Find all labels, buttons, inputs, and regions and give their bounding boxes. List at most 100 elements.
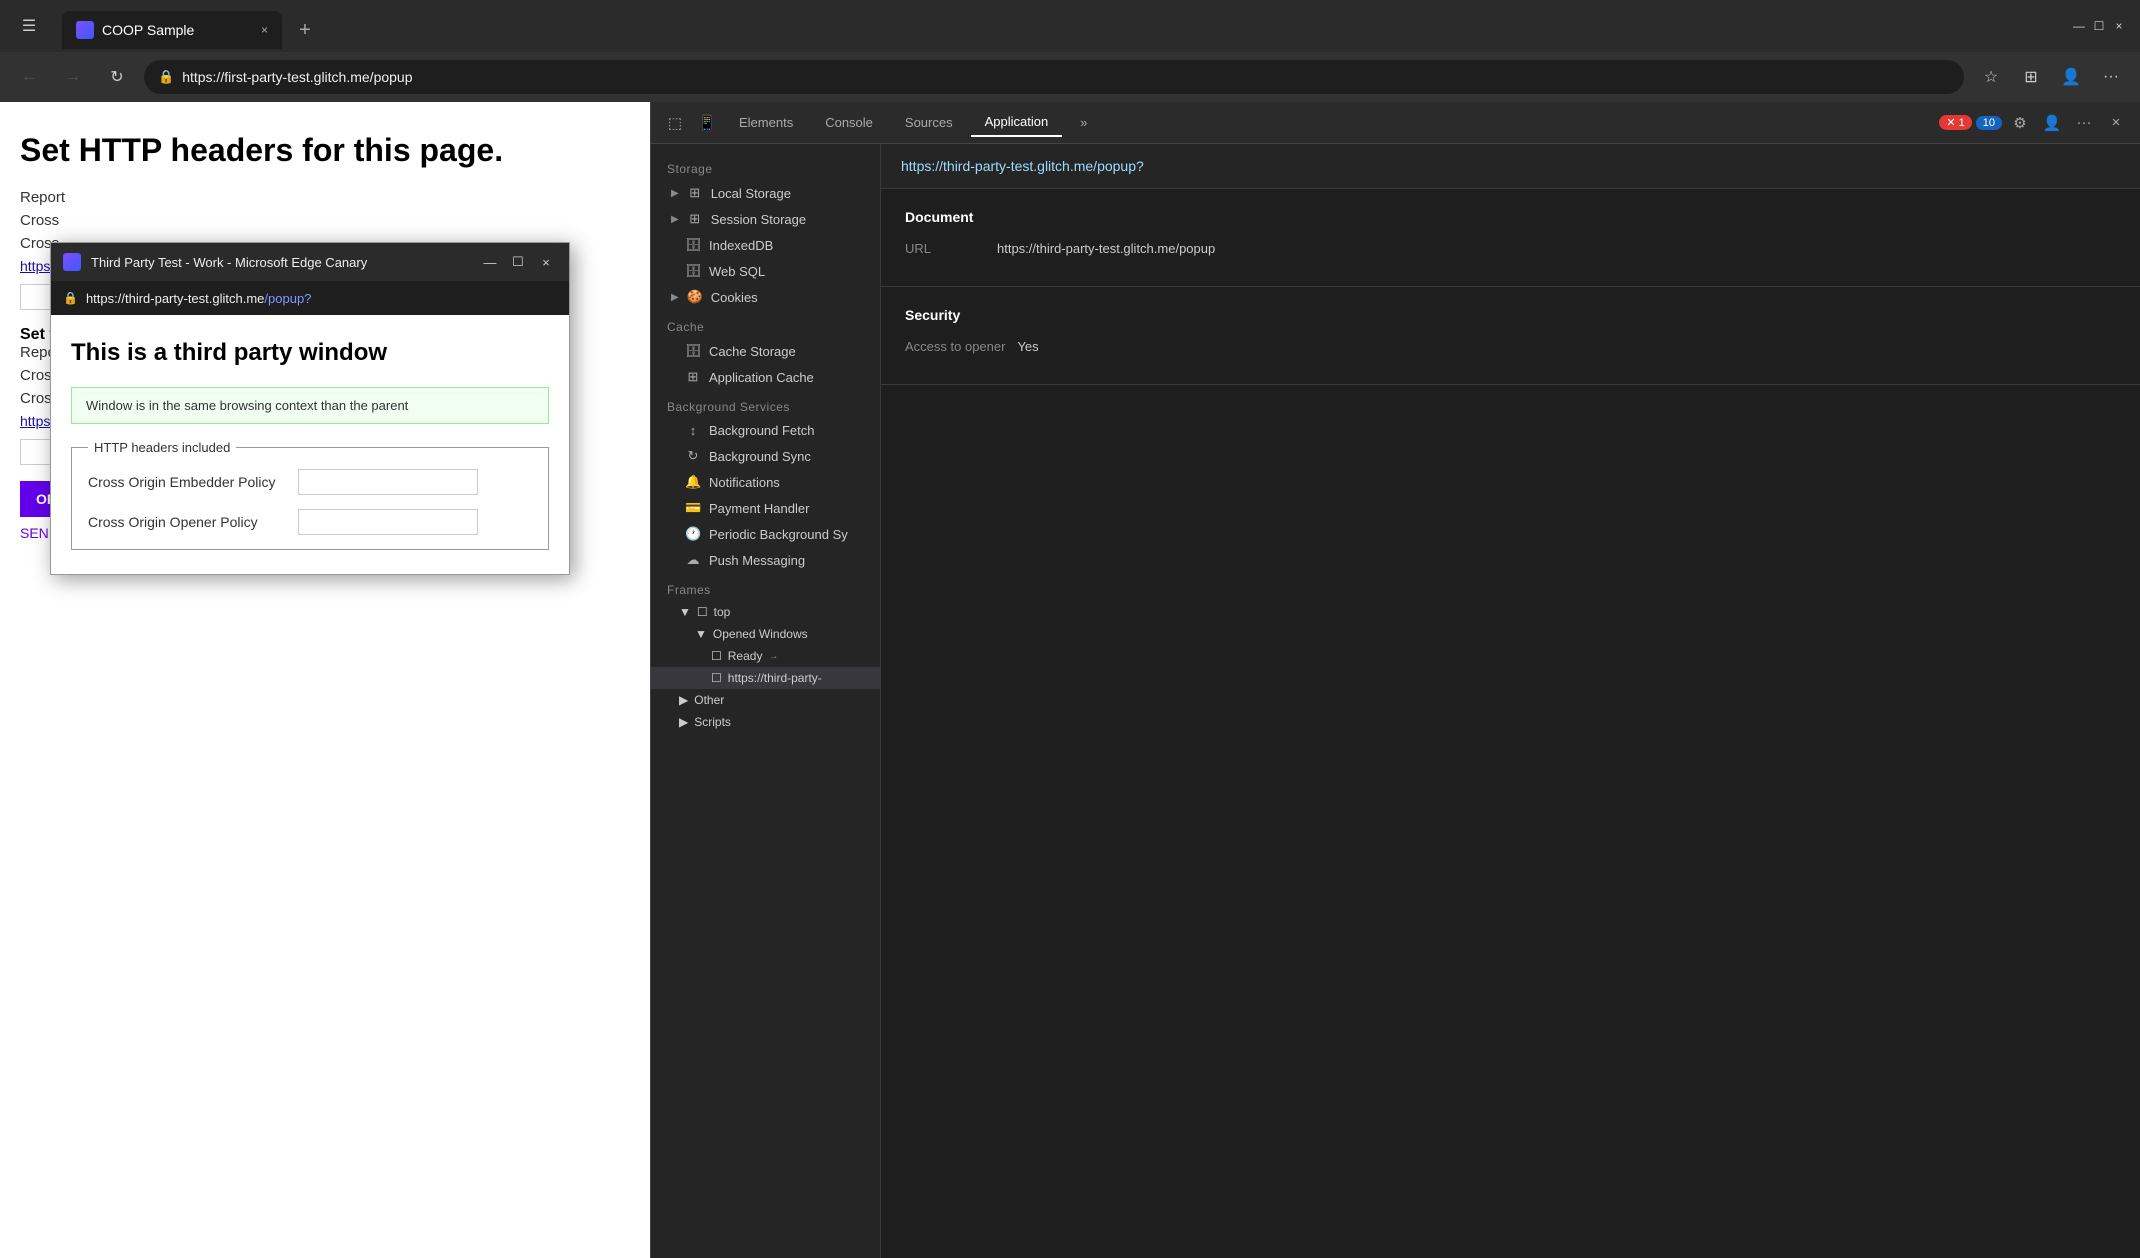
browser-window: ☰ COOP Sample × + — ☐ × ← → ↻ 🔒 https://… [0, 0, 2140, 1258]
devtools-settings-icon[interactable]: ⚙ [2006, 109, 2034, 137]
popup-field1-label: Cross Origin Embedder Policy [88, 474, 288, 490]
popup-close-btn[interactable]: × [535, 251, 557, 273]
sidebar-item-payment-handler[interactable]: 💳 Payment Handler [651, 495, 880, 521]
sidebar-item-cache-storage[interactable]: 🗄 Cache Storage [651, 338, 880, 364]
ready-arrow-icon: → [768, 651, 778, 662]
bg-services-label: Background Services [651, 390, 880, 418]
sidebar-item-local-storage[interactable]: ▶ ⊞ Local Storage [651, 180, 880, 206]
sidebar-item-push-messaging[interactable]: ☁ Push Messaging [651, 547, 880, 573]
other-label: Other [694, 693, 724, 707]
popup-url-base: https://third-party-test.glitch.me [86, 291, 264, 306]
sidebar-item-periodic-bg-sync[interactable]: 🕐 Periodic Background Sy [651, 521, 880, 547]
frames-top-arrow: ▼ [679, 605, 691, 619]
popup-field2-input[interactable] [298, 509, 478, 535]
sidebar-item-scripts[interactable]: ▶ Scripts [651, 711, 880, 733]
sidebar-item-websql[interactable]: 🗄 Web SQL [651, 258, 880, 284]
websql-label: Web SQL [709, 264, 765, 279]
sidebar-item-notifications[interactable]: 🔔 Notifications [651, 469, 880, 495]
sidebar-item-cookies[interactable]: ▶ 🍪 Cookies [651, 284, 880, 310]
devtools-actions: ✕ 1 10 ⚙ 👤 ··· × [1939, 109, 2130, 137]
reload-btn[interactable]: ↻ [100, 60, 134, 94]
tab-favicon [76, 21, 94, 39]
profile-btn[interactable]: 👤 [2054, 60, 2088, 94]
popup-fieldset: HTTP headers included Cross Origin Embed… [71, 440, 549, 550]
document-url-row: URL https://third-party-test.glitch.me/p… [905, 241, 2116, 256]
tab-elements[interactable]: Elements [725, 109, 807, 136]
popup-titlebar: Third Party Test - Work - Microsoft Edge… [51, 243, 569, 281]
tab-close-btn[interactable]: × [261, 23, 268, 37]
devtools-profile-icon[interactable]: 👤 [2038, 109, 2066, 137]
ready-label: Ready [728, 649, 763, 663]
push-messaging-icon: ☁ [685, 552, 701, 568]
address-bar[interactable]: 🔒 https://first-party-test.glitch.me/pop… [144, 60, 1964, 94]
star-btn[interactable]: ☆ [1974, 60, 2008, 94]
popup-url-path: /popup? [264, 291, 311, 306]
nav-bar: ← → ↻ 🔒 https://first-party-test.glitch.… [0, 52, 2140, 102]
cookies-icon: 🍪 [687, 289, 703, 305]
opened-windows-arrow: ▼ [695, 627, 707, 641]
collections-btn[interactable]: ⊞ [2014, 60, 2048, 94]
devtools-more-icon[interactable]: ··· [2070, 109, 2098, 137]
popup-controls: — ☐ × [479, 251, 557, 273]
tab-sources[interactable]: Sources [891, 109, 967, 136]
payment-handler-label: Payment Handler [709, 501, 809, 516]
session-storage-label: Session Storage [711, 212, 806, 227]
tab-more[interactable]: » [1066, 109, 1101, 136]
address-lock-icon: 🔒 [158, 69, 174, 85]
sidebar-item-other[interactable]: ▶ Other [651, 689, 880, 711]
session-storage-icon: ⊞ [687, 211, 703, 227]
back-btn[interactable]: ← [12, 60, 46, 94]
devtools-close-icon[interactable]: × [2102, 109, 2130, 137]
send-btn[interactable]: SEN [20, 525, 49, 541]
sidebar-toggle-btn[interactable]: ☰ [12, 9, 46, 43]
devtools-cursor-icon[interactable]: ⬚ [661, 109, 689, 137]
popup-max-btn[interactable]: ☐ [507, 251, 529, 273]
errors-count: 1 [1959, 117, 1965, 129]
tab-bar: COOP Sample × + [54, 3, 2062, 49]
local-storage-arrow: ▶ [671, 188, 679, 199]
warnings-badge: 10 [1976, 116, 2002, 130]
close-window-btn[interactable]: × [2110, 17, 2128, 35]
address-url: https://first-party-test.glitch.me/popup [182, 69, 412, 85]
sidebar-item-bg-sync[interactable]: ↻ Background Sync [651, 443, 880, 469]
popup-field1-input[interactable] [298, 469, 478, 495]
document-section: Document URL https://third-party-test.gl… [881, 189, 2140, 287]
session-storage-arrow: ▶ [671, 214, 679, 225]
other-arrow: ▶ [679, 693, 688, 707]
sidebar-item-session-storage[interactable]: ▶ ⊞ Session Storage [651, 206, 880, 232]
sidebar-item-application-cache[interactable]: ⊞ Application Cache [651, 364, 880, 390]
sidebar-item-ready[interactable]: ☐ Ready → [651, 645, 880, 667]
devtools-content: Storage ▶ ⊞ Local Storage ▶ ⊞ Session St… [651, 144, 2140, 1258]
application-cache-icon: ⊞ [685, 369, 701, 385]
minimize-btn[interactable]: — [2070, 17, 2088, 35]
nav-actions: ☆ ⊞ 👤 ··· [1974, 60, 2128, 94]
tab-application[interactable]: Application [971, 108, 1063, 137]
devtools-device-icon[interactable]: 📱 [693, 109, 721, 137]
access-opener-row: Access to opener Yes [905, 339, 2116, 354]
devtools-main-panel: https://third-party-test.glitch.me/popup… [881, 144, 2140, 1258]
sidebar-item-opened-windows[interactable]: ▼ Opened Windows [651, 623, 880, 645]
ready-icon: ☐ [711, 649, 722, 663]
sidebar-item-third-party[interactable]: ☐ https://third-party- [651, 667, 880, 689]
access-label: Access to opener [905, 339, 1005, 354]
sidebar-item-bg-fetch[interactable]: ↕ Background Fetch [651, 418, 880, 443]
sidebar-item-indexeddb[interactable]: 🗄 IndexedDB [651, 232, 880, 258]
errors-badge: ✕ 1 [1939, 115, 1971, 130]
popup-title: Third Party Test - Work - Microsoft Edge… [91, 255, 469, 270]
new-tab-btn[interactable]: + [286, 11, 324, 49]
active-tab[interactable]: COOP Sample × [62, 11, 282, 49]
popup-field-1: Cross Origin Embedder Policy [88, 469, 532, 495]
bg-sync-label: Background Sync [709, 449, 811, 464]
cache-section-label: Cache [651, 310, 880, 338]
document-section-title: Document [905, 209, 2116, 225]
forward-btn[interactable]: → [56, 60, 90, 94]
sidebar-item-frames-top[interactable]: ▼ ☐ top [651, 601, 880, 623]
title-bar: ☰ COOP Sample × + — ☐ × [0, 0, 2140, 52]
third-party-label: https://third-party- [728, 671, 822, 685]
url-value: https://third-party-test.glitch.me/popup [997, 241, 1215, 256]
tab-console[interactable]: Console [811, 109, 887, 136]
popup-min-btn[interactable]: — [479, 251, 501, 273]
bg-fetch-label: Background Fetch [709, 423, 815, 438]
maximize-btn[interactable]: ☐ [2090, 17, 2108, 35]
more-btn[interactable]: ··· [2094, 60, 2128, 94]
